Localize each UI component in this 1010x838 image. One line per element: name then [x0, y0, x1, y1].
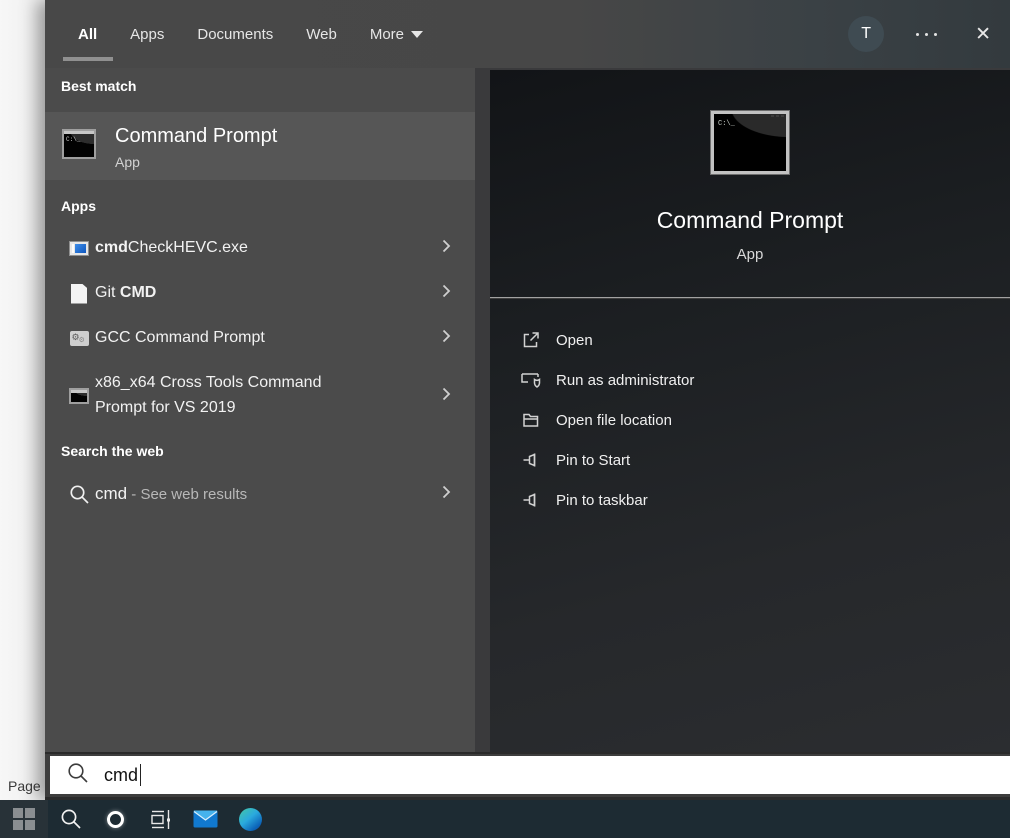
- edge-button[interactable]: [228, 800, 273, 838]
- tab-all[interactable]: All: [78, 0, 97, 68]
- search-icon: [60, 484, 98, 505]
- pin-icon: [520, 450, 542, 470]
- mail-button[interactable]: [183, 800, 228, 838]
- tab-web[interactable]: Web: [306, 0, 337, 68]
- close-icon[interactable]: ✕: [969, 21, 997, 48]
- search-query-text: cmd: [104, 765, 138, 786]
- tab-documents-label: Documents: [197, 26, 273, 43]
- command-prompt-icon-large: C:\_: [711, 111, 789, 174]
- windows-logo-icon: [13, 808, 35, 830]
- mail-icon: [193, 810, 218, 828]
- tab-apps[interactable]: Apps: [130, 0, 164, 68]
- result-cmdcheckhevc[interactable]: cmdCheckHEVC.exe: [45, 226, 475, 271]
- cortana-ring-icon: [107, 811, 124, 828]
- section-apps: Apps: [61, 198, 96, 214]
- preview-title: Command Prompt: [490, 207, 1010, 234]
- header-right: T ✕: [848, 0, 997, 68]
- tab-more[interactable]: More: [370, 0, 423, 68]
- text-cursor: [140, 764, 141, 786]
- folder-icon: [520, 410, 542, 430]
- ellipsis-icon[interactable]: [912, 27, 941, 42]
- taskbar-search-button[interactable]: [48, 800, 93, 838]
- open-icon: [520, 330, 542, 350]
- result-git-cmd[interactable]: Git CMD: [45, 271, 475, 316]
- document-icon: [71, 284, 87, 304]
- search-header: All Apps Documents Web More: [45, 0, 1010, 68]
- command-prompt-icon: C:\_: [62, 129, 96, 159]
- tab-more-label: More: [370, 26, 404, 43]
- active-tab-indicator: [63, 57, 113, 61]
- action-run-as-administrator[interactable]: Run as administrator: [490, 361, 1010, 399]
- chevron-right-icon[interactable]: [442, 284, 451, 303]
- task-view-button[interactable]: [138, 800, 183, 838]
- chevron-right-icon[interactable]: [442, 239, 451, 258]
- preview-panel: C:\_ Command Prompt App Open: [475, 68, 1010, 752]
- tab-web-label: Web: [306, 26, 337, 43]
- preview-subtitle: App: [490, 246, 1010, 263]
- action-pin-to-taskbar[interactable]: Pin to taskbar: [490, 481, 1010, 519]
- chevron-right-icon[interactable]: [442, 387, 451, 406]
- result-x86-x64-cross-tools[interactable]: x86_x64 Cross Tools Command Prompt for V…: [45, 361, 475, 431]
- action-pin-to-start[interactable]: Pin to Start: [490, 441, 1010, 479]
- best-match-title: Command Prompt: [115, 125, 277, 148]
- search-bar: cmd: [45, 752, 1010, 797]
- background-window: Page: [0, 0, 45, 800]
- action-open[interactable]: Open: [490, 321, 1010, 359]
- results-panel: Best match C:\_ Command Prompt App Apps …: [45, 68, 475, 752]
- chevron-right-icon[interactable]: [442, 329, 451, 348]
- result-web-search[interactable]: cmd - See web results: [45, 472, 475, 516]
- best-match-subtitle: App: [115, 154, 140, 170]
- tab-apps-label: Apps: [130, 26, 164, 43]
- filter-tabs: All Apps Documents Web More: [78, 0, 423, 68]
- divider: [490, 297, 1010, 299]
- cortana-button[interactable]: [93, 800, 138, 838]
- search-icon: [67, 762, 89, 789]
- section-search-web: Search the web: [61, 443, 164, 459]
- edge-icon: [239, 808, 262, 831]
- search-input[interactable]: cmd: [50, 756, 1010, 794]
- tab-documents[interactable]: Documents: [197, 0, 273, 68]
- start-button[interactable]: [0, 800, 48, 838]
- result-best-match[interactable]: C:\_ Command Prompt App: [45, 112, 475, 180]
- tab-all-label: All: [78, 26, 97, 43]
- avatar[interactable]: T: [848, 16, 884, 52]
- page-indicator: Page: [8, 778, 41, 794]
- avatar-initial: T: [861, 25, 871, 43]
- pin-icon: [520, 490, 542, 510]
- task-view-icon: [150, 810, 171, 829]
- terminal-icon: [69, 388, 89, 404]
- result-gcc-command-prompt[interactable]: ⚙⚙ GCC Command Prompt: [45, 316, 475, 361]
- windows-search-screen: Page All Apps Documents Web Mo: [0, 0, 1010, 838]
- chevron-down-icon: [411, 31, 423, 38]
- search-flyout: All Apps Documents Web More: [45, 0, 1010, 800]
- gears-window-icon: ⚙⚙: [70, 331, 89, 346]
- app-window-icon: [69, 241, 89, 256]
- search-icon: [60, 808, 82, 830]
- shield-window-icon: [520, 370, 542, 390]
- chevron-right-icon[interactable]: [442, 485, 451, 504]
- section-best-match: Best match: [61, 78, 136, 94]
- taskbar: [0, 800, 1010, 838]
- action-open-file-location[interactable]: Open file location: [490, 401, 1010, 439]
